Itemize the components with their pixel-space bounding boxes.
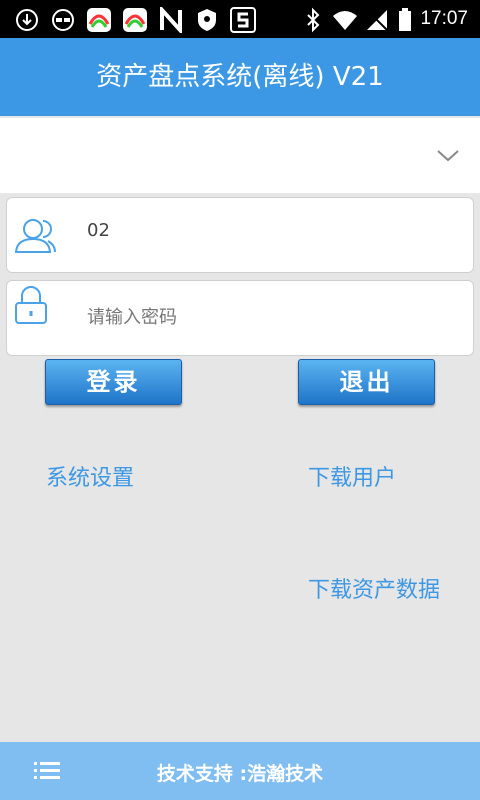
s-icon xyxy=(230,7,256,33)
chevron-down-icon xyxy=(437,150,459,162)
footer-text: 技术支持 :浩瀚技术 xyxy=(156,763,324,785)
download-users-link[interactable]: 下载用户 xyxy=(308,460,396,492)
no-sim-icon xyxy=(366,9,388,31)
app-icon xyxy=(87,8,111,32)
shield-icon xyxy=(198,9,216,31)
glasses-icon xyxy=(52,9,74,31)
system-settings-link[interactable]: 系统设置 xyxy=(46,460,134,492)
status-bar: 17:07 xyxy=(0,0,480,38)
exit-button[interactable]: 退出 xyxy=(298,359,435,405)
password-field[interactable]: 请输入密码 xyxy=(6,280,474,356)
clock: 17:07 xyxy=(420,8,468,29)
footer-bar: 技术支持 :浩瀚技术 xyxy=(0,742,480,800)
app-icon xyxy=(123,8,147,32)
user-icon xyxy=(14,219,56,253)
username-field[interactable]: 02 xyxy=(6,197,474,273)
battery-icon xyxy=(399,8,411,31)
password-placeholder[interactable]: 请输入密码 xyxy=(87,303,177,329)
account-dropdown[interactable] xyxy=(0,118,480,193)
wifi-icon xyxy=(333,11,357,30)
login-button[interactable]: 登录 xyxy=(45,359,182,405)
download-assets-link[interactable]: 下载资产数据 xyxy=(308,572,440,604)
n-icon xyxy=(160,7,182,33)
download-icon xyxy=(16,9,38,31)
username-value[interactable]: 02 xyxy=(87,220,110,241)
bluetooth-icon xyxy=(307,7,320,33)
lock-icon xyxy=(15,286,47,324)
page-title: 资产盘点系统(离线) V21 xyxy=(0,38,480,116)
